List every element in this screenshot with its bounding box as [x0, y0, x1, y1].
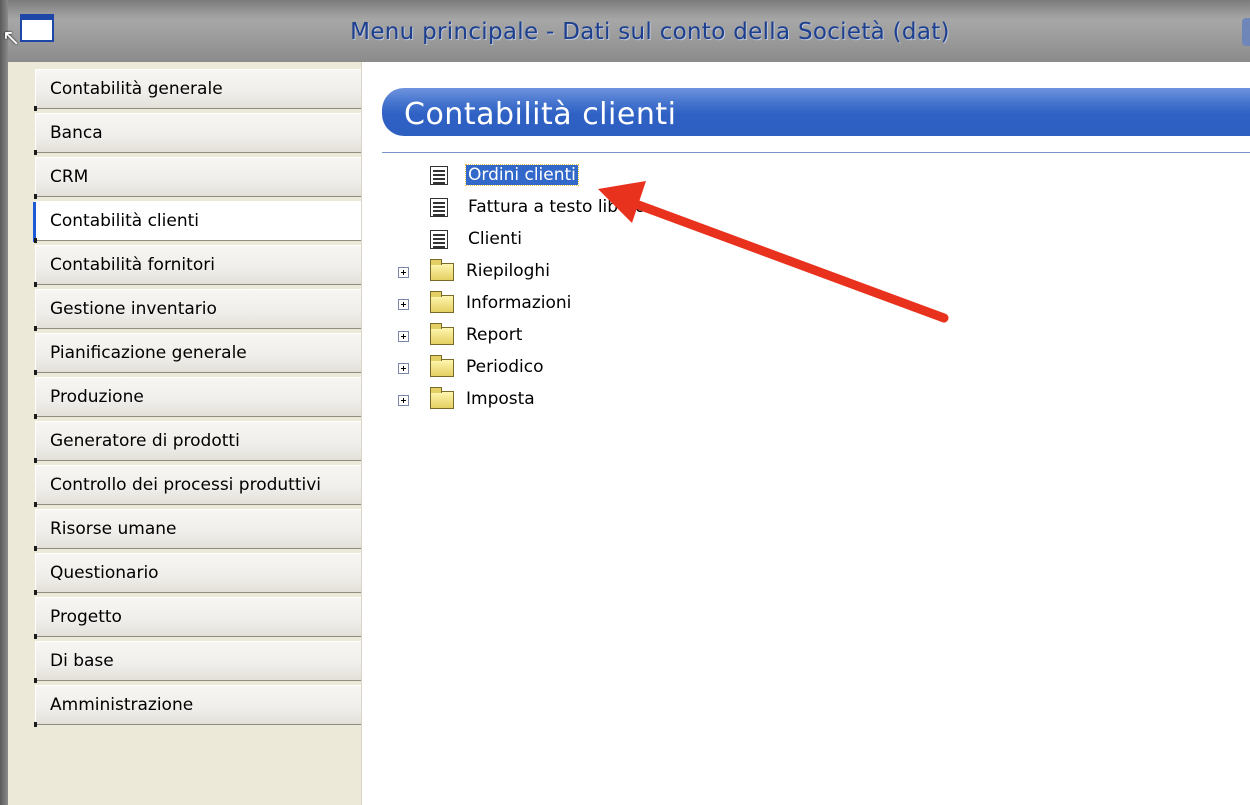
sidebar-item-amministrazione[interactable]: Amministrazione: [34, 685, 369, 727]
expand-plus-icon[interactable]: [398, 267, 409, 278]
expand-plus-icon[interactable]: [398, 331, 409, 342]
sidebar-item-label: Contabilità fornitori: [50, 255, 215, 275]
section-header: Contabilità clienti: [382, 88, 1250, 136]
sidebar-item-contabilita-clienti[interactable]: Contabilità clienti: [33, 201, 371, 243]
sidebar-item-banca[interactable]: Banca: [34, 113, 369, 155]
tree-item-label: Ordini clienti: [465, 164, 579, 186]
sidebar-item-label: Controllo dei processi produttivi: [50, 475, 322, 495]
window-title: Menu principale - Dati sul conto della S…: [350, 19, 950, 45]
document-icon: [430, 230, 448, 249]
tree-item-riepiloghi[interactable]: Riepiloghi: [398, 259, 698, 285]
tree-item-label: Informazioni: [466, 293, 572, 313]
module-sidebar: Contabilità generale Banca CRM Contabili…: [33, 69, 371, 805]
folder-icon: [430, 355, 454, 377]
sidebar-item-risorse-umane[interactable]: Risorse umane: [34, 509, 369, 551]
sidebar-item-contabilita-fornitori[interactable]: Contabilità fornitori: [34, 245, 369, 287]
sidebar-item-label: Progetto: [50, 607, 122, 627]
tree-item-label: Riepiloghi: [466, 261, 550, 281]
tree-item-label: Clienti: [468, 229, 522, 249]
tree-item-report[interactable]: Report: [398, 323, 698, 349]
sidebar-item-label: Banca: [50, 123, 103, 143]
tree-item-periodico[interactable]: Periodico: [398, 355, 698, 381]
sidebar-item-label: Questionario: [50, 563, 159, 583]
folder-icon: [430, 387, 454, 409]
expand-plus-icon[interactable]: [398, 299, 409, 310]
client-area: Contabilità generale Banca CRM Contabili…: [8, 62, 1250, 805]
folder-icon: [430, 291, 454, 313]
window-frame-left: [0, 0, 8, 805]
sidebar-item-label: Di base: [50, 651, 114, 671]
sidebar-item-gestione-inventario[interactable]: Gestione inventario: [34, 289, 369, 331]
sidebar-item-questionario[interactable]: Questionario: [34, 553, 369, 595]
tree-item-clienti[interactable]: Clienti: [430, 227, 710, 253]
sidebar-item-generatore-di-prodotti[interactable]: Generatore di prodotti: [34, 421, 369, 463]
sidebar-item-label: Generatore di prodotti: [50, 431, 240, 451]
expand-plus-icon[interactable]: [398, 363, 409, 374]
document-icon: [430, 198, 448, 217]
sidebar-item-label: CRM: [50, 167, 89, 187]
sidebar-item-label: Produzione: [50, 387, 144, 407]
sidebar-item-controllo-processi-produttivi[interactable]: Controllo dei processi produttivi: [34, 465, 369, 507]
sidebar-item-di-base[interactable]: Di base: [34, 641, 369, 683]
sidebar-item-contabilita-generale[interactable]: Contabilità generale: [34, 69, 369, 111]
folder-icon: [430, 259, 454, 281]
module-content-pane: Contabilità clienti Ordini clienti Fattu…: [361, 62, 1250, 805]
folder-icon: [430, 323, 454, 345]
section-title: Contabilità clienti: [404, 97, 677, 132]
document-icon: [430, 166, 448, 185]
tree-item-ordini-clienti[interactable]: Ordini clienti: [430, 163, 710, 189]
sidebar-item-pianificazione-generale[interactable]: Pianificazione generale: [34, 333, 369, 375]
expand-plus-icon[interactable]: [398, 395, 409, 406]
title-bar-button[interactable]: [1242, 18, 1250, 46]
sidebar-item-label: Risorse umane: [50, 519, 177, 539]
tree-item-imposta[interactable]: Imposta: [398, 387, 698, 413]
sidebar-item-label: Gestione inventario: [50, 299, 217, 319]
tree-item-label: Imposta: [466, 389, 535, 409]
tree-item-fattura-testo-libero[interactable]: Fattura a testo libero: [430, 195, 710, 221]
main-menu-window: Menu principale - Dati sul conto della S…: [0, 0, 1250, 805]
sidebar-item-crm[interactable]: CRM: [34, 157, 369, 199]
sidebar-item-produzione[interactable]: Produzione: [34, 377, 369, 419]
sidebar-item-label: Pianificazione generale: [50, 343, 247, 363]
sidebar-item-label: Amministrazione: [50, 695, 194, 715]
sidebar-item-label: Contabilità clienti: [50, 211, 199, 231]
sidebar-item-progetto[interactable]: Progetto: [34, 597, 369, 639]
tree-item-label: Report: [466, 325, 523, 345]
sidebar-item-label: Contabilità generale: [50, 79, 223, 99]
tree-item-label: Periodico: [466, 357, 544, 377]
cursor-icon: ↖: [2, 26, 21, 51]
tree-item-informazioni[interactable]: Informazioni: [398, 291, 698, 317]
menu-tree: Ordini clienti Fattura a testo libero Cl…: [382, 152, 1250, 805]
title-bar[interactable]: Menu principale - Dati sul conto della S…: [0, 0, 1250, 62]
tree-item-label: Fattura a testo libero: [468, 197, 646, 217]
